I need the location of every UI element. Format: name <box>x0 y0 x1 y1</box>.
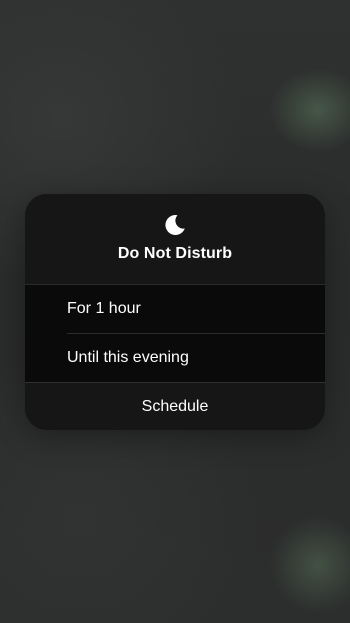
option-until-this-evening[interactable]: Until this evening <box>25 334 325 382</box>
option-label: For 1 hour <box>67 300 141 317</box>
moon-icon <box>165 214 185 235</box>
do-not-disturb-menu: Do Not Disturb For 1 hour Until this eve… <box>25 194 325 430</box>
option-label: Until this evening <box>67 349 189 366</box>
menu-title: Do Not Disturb <box>117 245 233 262</box>
menu-header: Do Not Disturb <box>25 194 325 284</box>
duration-options: For 1 hour Until this evening <box>25 284 325 382</box>
schedule-label: Schedule <box>141 398 209 415</box>
schedule-button[interactable]: Schedule <box>25 382 325 430</box>
option-for-1-hour[interactable]: For 1 hour <box>25 285 325 333</box>
